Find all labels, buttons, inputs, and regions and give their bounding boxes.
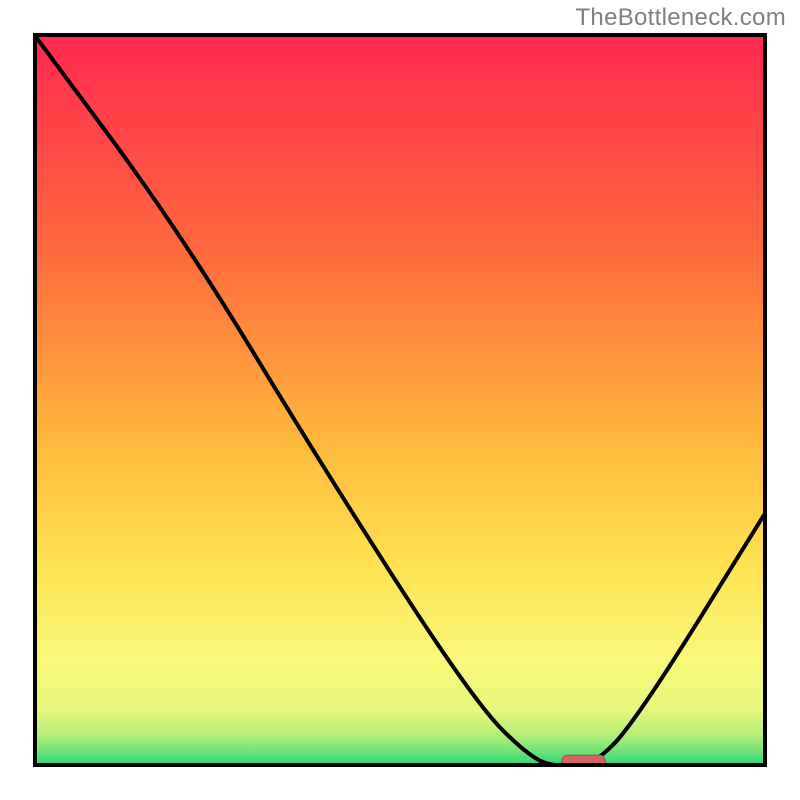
optimal-marker: [561, 755, 605, 767]
chart-container: TheBottleneck.com: [0, 0, 800, 800]
bottleneck-curve: [33, 33, 767, 767]
watermark-text: TheBottleneck.com: [575, 4, 786, 32]
curve-layer: [33, 33, 767, 767]
plot-area: [33, 33, 767, 767]
